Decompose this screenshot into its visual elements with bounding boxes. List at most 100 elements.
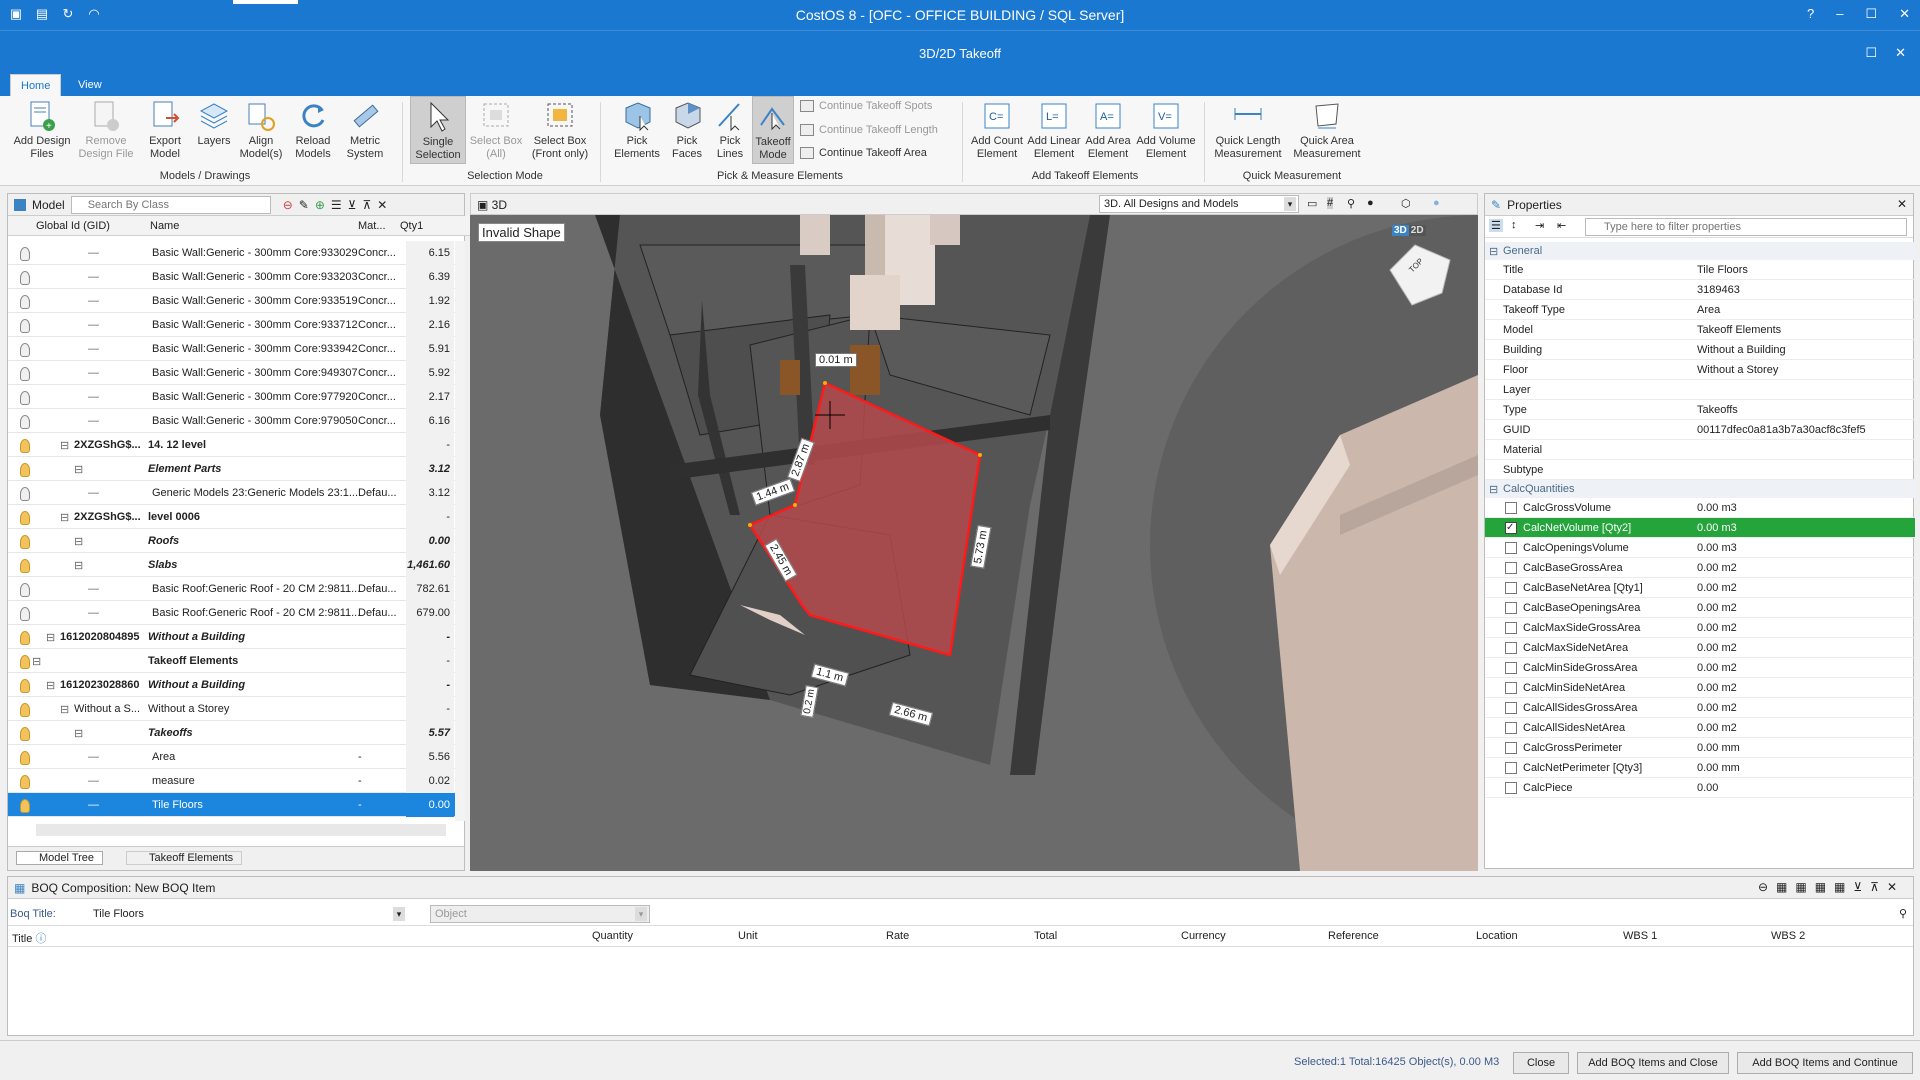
property-filter-input[interactable] — [1585, 218, 1907, 236]
tree-row[interactable]: — Basic Wall:Generic - 300mm Core:977920 C… — [8, 385, 455, 409]
tree-row[interactable]: — Basic Roof:Generic Roof - 20 CM 2:9811.… — [8, 601, 455, 625]
sphere-icon[interactable]: ● — [1433, 197, 1440, 209]
tree-row[interactable]: — Basic Wall:Generic - 300mm Core:949307 C… — [8, 361, 455, 385]
add-area-element-button[interactable]: A= Add Area Element — [1082, 100, 1134, 161]
property-row[interactable]: Layer — [1485, 380, 1915, 400]
expander-icon[interactable]: ⊟ — [46, 631, 55, 644]
help-button[interactable]: ? — [1807, 6, 1814, 22]
calc-checkbox[interactable] — [1505, 742, 1517, 754]
collapse-icon[interactable]: ⊼ — [362, 198, 371, 212]
visibility-bulb-icon[interactable] — [20, 391, 30, 405]
designs-combo[interactable]: 3D. All Designs and Models ▾ — [1099, 195, 1299, 213]
view-tab-3d[interactable]: ▣ 3D — [477, 198, 507, 212]
calc-quantity-row[interactable]: CalcMinSideGrossArea 0.00 m2 — [1485, 658, 1915, 678]
tree-row[interactable]: 1612020804895 ⊟ Without a Building - — [8, 625, 455, 649]
sort-az-icon[interactable]: ↕ — [1511, 219, 1517, 231]
minimize-button[interactable]: – — [1836, 6, 1843, 22]
boq-col-location[interactable]: Location — [1476, 930, 1518, 942]
pick-lines-button[interactable]: Pick Lines — [712, 100, 748, 161]
model-search-input[interactable] — [70, 195, 271, 214]
continue-takeoff-area-button[interactable]: Continue Takeoff Area — [800, 147, 927, 159]
visibility-bulb-icon[interactable] — [20, 271, 30, 285]
visibility-bulb-icon[interactable] — [20, 295, 30, 309]
visibility-bulb-icon[interactable] — [20, 631, 30, 645]
tab-view[interactable]: View — [68, 74, 112, 96]
add-icon[interactable]: ⊕ — [315, 198, 325, 212]
continue-takeoff-spots-button[interactable]: Continue Takeoff Spots — [800, 100, 932, 112]
visibility-bulb-icon[interactable] — [20, 463, 30, 477]
category-expander-icon[interactable]: ⊟ — [1489, 483, 1498, 496]
calc-quantity-row[interactable]: CalcPiece 0.00 — [1485, 778, 1915, 798]
tree-vscroll[interactable] — [455, 241, 465, 821]
calc-quantity-row[interactable]: CalcGrossPerimeter 0.00 mm — [1485, 738, 1915, 758]
add-linear-element-button[interactable]: L= Add Linear Element — [1026, 100, 1082, 161]
col-qty1[interactable]: Qty1 — [400, 220, 423, 232]
quick-length-measurement-button[interactable]: Quick Length Measurement — [1212, 100, 1284, 161]
tab-model-tree[interactable]: Model Tree — [16, 851, 104, 865]
calc-checkbox[interactable] — [1505, 762, 1517, 774]
close-dialog-button[interactable]: Close — [1513, 1052, 1569, 1074]
calc-quantity-row[interactable]: CalcBaseNetArea [Qty1] 0.00 m2 — [1485, 578, 1915, 598]
visibility-bulb-icon[interactable] — [20, 487, 30, 501]
export-model-button[interactable]: Export Model — [140, 100, 190, 161]
object-combo[interactable]: Object ▾ — [430, 905, 650, 923]
calc-checkbox[interactable] — [1505, 642, 1517, 654]
calc-checkbox[interactable] — [1505, 662, 1517, 674]
expander-icon[interactable]: ⊟ — [60, 439, 69, 452]
add-design-files-button[interactable]: + Add Design Files — [10, 100, 74, 161]
tab-takeoff-elements[interactable]: Takeoff Elements — [126, 851, 243, 865]
visibility-bulb-icon[interactable] — [20, 655, 30, 669]
visibility-bulb-icon[interactable] — [20, 511, 30, 525]
visibility-bulb-icon[interactable] — [20, 439, 30, 453]
tree-row[interactable]: ⊟ Roofs 0.00 — [8, 529, 455, 553]
property-row[interactable]: Floor Without a Storey — [1485, 360, 1915, 380]
visibility-bulb-icon[interactable] — [20, 727, 30, 741]
takeoff-mode-button[interactable]: Takeoff Mode — [752, 96, 794, 164]
close-properties-icon[interactable]: ✕ — [1897, 197, 1907, 211]
tree-row[interactable]: Without a S... ⊟ Without a Storey - — [8, 697, 455, 721]
pick-elements-button[interactable]: Pick Elements — [612, 100, 662, 161]
property-row[interactable]: Type Takeoffs — [1485, 400, 1915, 420]
calc-quantity-row[interactable]: CalcMinSideNetArea 0.00 m2 — [1485, 678, 1915, 698]
single-selection-button[interactable]: Single Selection — [410, 96, 466, 164]
tree-row[interactable]: — Basic Roof:Generic Roof - 20 CM 2:9811.… — [8, 577, 455, 601]
tree-row[interactable]: 2XZGShG$... ⊟ 14. 12 level - — [8, 433, 455, 457]
edit-icon[interactable]: ✎ — [299, 198, 309, 212]
tree-row[interactable]: — Basic Wall:Generic - 300mm Core:933203 C… — [8, 265, 455, 289]
tree-row[interactable]: — Basic Wall:Generic - 300mm Core:933029 C… — [8, 241, 455, 265]
tree-hscroll[interactable] — [36, 824, 446, 836]
toggle-3d[interactable]: 3D — [1392, 225, 1409, 236]
tree-row[interactable]: — Area - 5.56 — [8, 745, 455, 769]
boq-col-wbs1[interactable]: WBS 1 — [1623, 930, 1657, 942]
tree-row[interactable]: 2XZGShG$... ⊟ level 0006 - — [8, 505, 455, 529]
visibility-bulb-icon[interactable] — [20, 583, 30, 597]
boq-col-currency[interactable]: Currency — [1181, 930, 1226, 942]
align-models-button[interactable]: Align Model(s) — [238, 100, 284, 161]
visibility-bulb-icon[interactable] — [20, 319, 30, 333]
visibility-bulb-icon[interactable] — [20, 751, 30, 765]
visibility-bulb-icon[interactable] — [20, 559, 30, 573]
visibility-bulb-icon[interactable] — [20, 607, 30, 621]
calc-checkbox[interactable] — [1505, 622, 1517, 634]
collapse-props-icon[interactable]: ⇤ — [1557, 219, 1566, 232]
window-restore-button[interactable]: ☐ — [1865, 45, 1877, 61]
property-row[interactable]: Takeoff Type Area — [1485, 300, 1915, 320]
calc-checkbox[interactable] — [1505, 562, 1517, 574]
options-icon[interactable]: ☰ — [331, 198, 342, 212]
calc-quantity-row[interactable]: CalcOpeningsVolume 0.00 m3 — [1485, 538, 1915, 558]
pick-faces-button[interactable]: Pick Faces — [664, 100, 710, 161]
quick-area-measurement-button[interactable]: Quick Area Measurement — [1290, 100, 1364, 161]
boq-col-quantity[interactable]: Quantity — [592, 930, 633, 942]
tree-row[interactable]: — Basic Wall:Generic - 300mm Core:933712 C… — [8, 313, 455, 337]
property-row[interactable]: Subtype — [1485, 460, 1915, 480]
category-expander-icon[interactable]: ⊟ — [1489, 245, 1498, 258]
tree-row[interactable]: — Basic Wall:Generic - 300mm Core:933942 C… — [8, 337, 455, 361]
col-material[interactable]: Mat... — [358, 220, 386, 232]
property-row[interactable]: Database Id 3189463 — [1485, 280, 1915, 300]
collapse-all-icon[interactable]: ⊖ — [283, 198, 293, 212]
col-name[interactable]: Name — [150, 220, 179, 232]
expander-icon[interactable]: ⊟ — [74, 535, 83, 548]
visibility-bulb-icon[interactable] — [20, 799, 30, 813]
tree-row[interactable]: — Generic Models 23:Generic Models 23:1..… — [8, 481, 455, 505]
render-icon[interactable]: ● — [1367, 197, 1374, 209]
